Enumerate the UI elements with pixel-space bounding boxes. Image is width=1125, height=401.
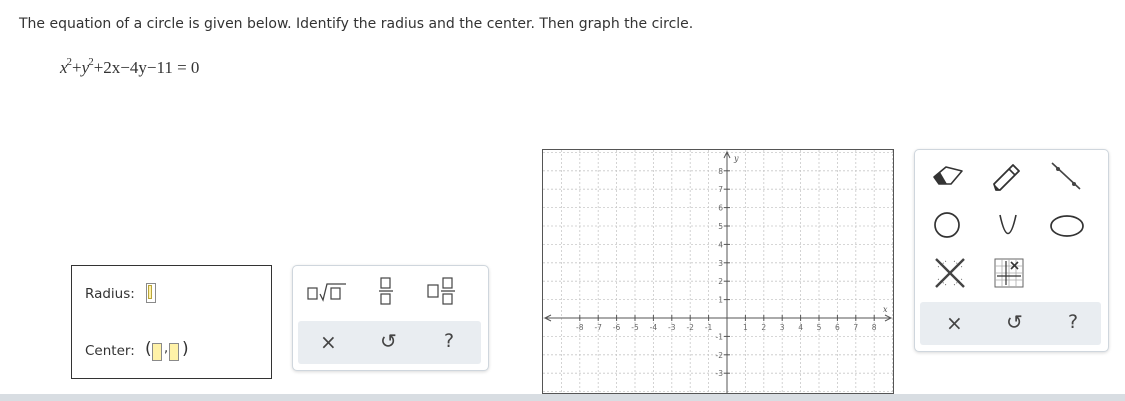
x-tick-label: -5 bbox=[631, 323, 639, 332]
x-tick-label: -7 bbox=[594, 323, 602, 332]
graph-help-icon[interactable]: ? bbox=[1068, 311, 1078, 333]
y-tick-label: 4 bbox=[718, 240, 723, 249]
x-tick-label: -6 bbox=[613, 323, 621, 332]
x-tick-label: 2 bbox=[761, 323, 766, 332]
x-tick-label: -1 bbox=[705, 323, 713, 332]
graph-canvas[interactable]: -8 -7 -6 -5 -4 -3 -2 -1 1 2 3 4 5 6 7 8 8 7 6 5 4 3 2 1 -1 -2 -3 x y bbox=[543, 150, 893, 393]
help-icon[interactable]: ? bbox=[444, 330, 454, 352]
center-y-input[interactable] bbox=[169, 343, 179, 361]
radius-label: Radius: bbox=[85, 286, 135, 302]
eraser-icon[interactable] bbox=[931, 162, 965, 194]
circle-tool-icon[interactable] bbox=[932, 210, 962, 244]
graph-tool-palette: × ↺ ? bbox=[914, 149, 1109, 352]
coordinate-graph[interactable]: -8 -7 -6 -5 -4 -3 -2 -1 1 2 3 4 5 6 7 8 8 7 6 5 4 3 2 1 -1 -2 -3 x y bbox=[542, 149, 894, 394]
grid-tool-icon[interactable] bbox=[994, 258, 1024, 292]
x-tick-label: -8 bbox=[576, 323, 584, 332]
parabola-tool-icon[interactable] bbox=[996, 212, 1020, 242]
x-tick-label: -4 bbox=[650, 323, 658, 332]
clear-icon[interactable]: × bbox=[320, 330, 337, 354]
y-tick-label: 8 bbox=[718, 167, 723, 176]
y-tick-label: 7 bbox=[718, 185, 723, 194]
x-tick-label: 4 bbox=[798, 323, 803, 332]
y-tick-label: -3 bbox=[716, 369, 724, 378]
center-label: Center: bbox=[85, 343, 135, 359]
line-segment-icon[interactable] bbox=[1049, 160, 1083, 196]
x-tick-label: -3 bbox=[668, 323, 676, 332]
math-action-bar: × ↺ ? bbox=[298, 321, 481, 364]
x-tick-label: 8 bbox=[872, 323, 877, 332]
fraction-icon[interactable] bbox=[378, 276, 394, 310]
y-tick-label: 5 bbox=[718, 222, 723, 231]
pencil-icon[interactable] bbox=[991, 162, 1025, 196]
center-open-paren: ( bbox=[145, 339, 152, 359]
x-tick-label: 7 bbox=[853, 323, 858, 332]
mixed-number-icon[interactable] bbox=[427, 276, 457, 310]
question-text: The equation of a circle is given below.… bbox=[19, 16, 694, 32]
x-tick-label: -2 bbox=[686, 323, 694, 332]
graph-undo-icon[interactable]: ↺ bbox=[1006, 310, 1023, 334]
bottom-bar bbox=[0, 394, 1125, 401]
y-axis-label: y bbox=[733, 154, 739, 163]
y-tick-label: 3 bbox=[718, 259, 723, 268]
sqrt-icon[interactable] bbox=[307, 280, 347, 308]
center-close-paren: ) bbox=[182, 339, 189, 359]
radius-input[interactable] bbox=[146, 283, 156, 303]
x-tick-label: 5 bbox=[817, 323, 822, 332]
y-tick-label: -2 bbox=[716, 351, 724, 360]
y-tick-label: 6 bbox=[718, 204, 723, 213]
center-x-input[interactable] bbox=[152, 343, 162, 361]
x-tick-label: 6 bbox=[835, 323, 840, 332]
equation-plus: + bbox=[72, 58, 82, 77]
center-comma: , bbox=[164, 341, 169, 356]
undo-icon[interactable]: ↺ bbox=[380, 329, 397, 353]
equation-rest: +2x−4y−11 = 0 bbox=[93, 58, 200, 77]
y-tick-label: 1 bbox=[718, 296, 723, 305]
y-tick-label: 2 bbox=[718, 277, 723, 286]
math-palette: × ↺ ? bbox=[292, 265, 489, 371]
graph-action-bar: × ↺ ? bbox=[920, 302, 1101, 345]
circle-equation: x2+y2+2x−4y−11 = 0 bbox=[60, 56, 199, 78]
ellipse-tool-icon[interactable] bbox=[1048, 213, 1086, 243]
x-tick-label: 3 bbox=[780, 323, 785, 332]
no-solution-icon[interactable] bbox=[932, 256, 968, 294]
x-tick-label: 1 bbox=[743, 323, 748, 332]
graph-clear-icon[interactable]: × bbox=[946, 311, 963, 335]
y-tick-label: -1 bbox=[716, 332, 724, 341]
x-axis-label: x bbox=[883, 305, 888, 314]
answer-box: Radius: Center: ( , ) bbox=[71, 265, 272, 379]
